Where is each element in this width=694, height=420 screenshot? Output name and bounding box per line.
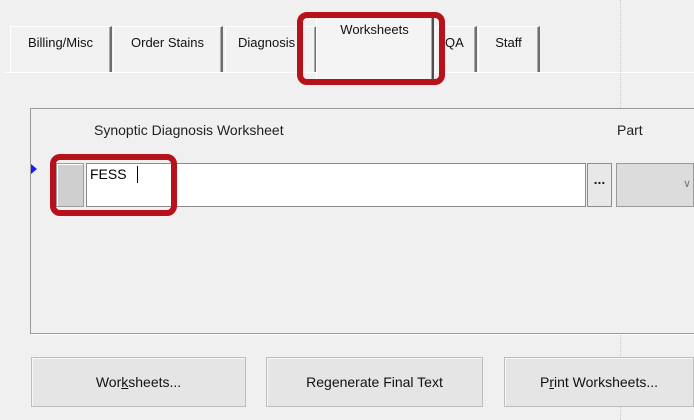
tab-diagnosis[interactable]: Diagnosis (225, 26, 317, 72)
worksheet-cell-value: FESS (90, 166, 127, 182)
column-header-worksheet: Synoptic Diagnosis Worksheet (94, 122, 284, 138)
button-text-part: enerate Final Text (331, 374, 443, 390)
tab-label: Order Stains (131, 35, 204, 50)
tab-worksheets[interactable]: Worksheets (316, 14, 434, 82)
button-text-part: sheets... (128, 374, 182, 390)
button-text-part: Wor (95, 374, 122, 390)
tab-qa[interactable]: QA (435, 26, 477, 72)
accelerator-key: g (324, 374, 332, 390)
row-selector[interactable] (56, 163, 84, 207)
row-pointer-icon (31, 164, 37, 174)
print-worksheets-button[interactable]: Print Worksheets... (504, 357, 694, 407)
part-dropdown[interactable]: ∨ (616, 163, 694, 207)
tab-label: Staff (495, 35, 522, 50)
text-caret (137, 166, 138, 183)
button-text-part: Re (306, 374, 325, 390)
tab-label: Worksheets (340, 22, 409, 37)
chevron-down-icon: ∨ (682, 178, 691, 190)
button-text-part: int Worksheets... (554, 374, 659, 390)
regenerate-final-text-button[interactable]: Regenerate Final Text (266, 357, 483, 407)
worksheet-grid (30, 108, 694, 335)
worksheet-cell[interactable]: FESS (86, 163, 586, 207)
tab-label: Diagnosis (238, 35, 296, 50)
column-header-part: Part (617, 122, 643, 138)
ellipsis-button[interactable]: ... (587, 163, 612, 207)
tab-label: QA (445, 35, 464, 50)
worksheets-window: Billing/Misc Order Stains Diagnosis Work… (0, 0, 694, 420)
worksheets-button[interactable]: Worksheets... (31, 357, 246, 407)
tab-billing-misc[interactable]: Billing/Misc (10, 26, 112, 72)
tab-order-stains[interactable]: Order Stains (113, 26, 223, 72)
button-text-part: P (539, 374, 550, 390)
tab-label: Billing/Misc (27, 35, 93, 50)
tab-staff[interactable]: Staff (478, 26, 540, 72)
